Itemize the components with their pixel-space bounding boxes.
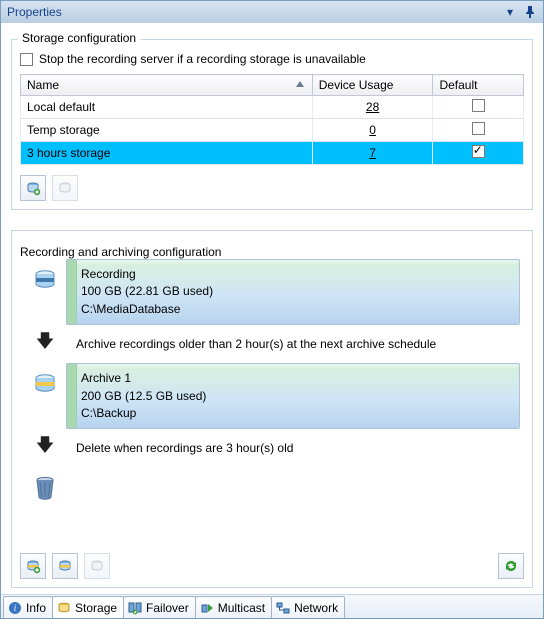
col-name-label: Name: [27, 78, 59, 92]
pin-icon[interactable]: [523, 6, 537, 18]
storage-icon: [57, 601, 71, 615]
storage-table-header-row: Name Device Usage Default: [21, 75, 524, 96]
table-row[interactable]: 3 hours storage7: [21, 142, 524, 165]
tab-storage[interactable]: Storage: [52, 596, 124, 618]
delete-rule-row: 🡇 Delete when recordings are 3 hour(s) o…: [24, 433, 520, 463]
col-name[interactable]: Name: [21, 75, 313, 96]
stop-recording-server-row: Stop the recording server if a recording…: [20, 52, 524, 66]
add-storage-button[interactable]: [20, 175, 46, 201]
storage-configuration-legend: Storage configuration: [18, 31, 140, 45]
recording-card[interactable]: Recording 100 GB (22.81 GB used) C:\Medi…: [66, 259, 520, 325]
storage-configuration-group: Storage configuration Stop the recording…: [11, 39, 533, 210]
col-device-usage[interactable]: Device Usage: [312, 75, 433, 96]
bottom-tabs: i Info Storage Failover Multicast Network: [1, 594, 543, 618]
storage-name-cell: Temp storage: [21, 119, 313, 142]
tab-label: Network: [294, 601, 338, 615]
archive-rule-text: Archive recordings older than 2 hour(s) …: [66, 333, 520, 355]
col-default-label: Default: [439, 78, 477, 92]
trash-icon: [24, 467, 66, 501]
archive-title: Archive 1: [81, 370, 509, 387]
device-usage-cell[interactable]: 28: [312, 96, 433, 119]
default-cell: [433, 142, 524, 165]
default-checkbox[interactable]: [472, 145, 485, 158]
recording-stage: Recording 100 GB (22.81 GB used) C:\Medi…: [24, 259, 520, 325]
edit-archive-button[interactable]: [52, 553, 78, 579]
storage-name-cell: Local default: [21, 96, 313, 119]
archive-quota: 200 GB (12.5 GB used): [81, 388, 509, 405]
tab-label: Storage: [75, 601, 117, 615]
tab-label: Multicast: [218, 601, 265, 615]
recording-title: Recording: [81, 266, 509, 283]
recording-db-icon: [24, 259, 66, 293]
panel-titlebar: Properties ▾: [1, 1, 543, 23]
archive-toolbar: [20, 553, 524, 579]
default-cell: [433, 119, 524, 142]
stop-recording-server-label: Stop the recording server if a recording…: [39, 52, 366, 66]
default-cell: [433, 96, 524, 119]
default-checkbox[interactable]: [472, 122, 485, 135]
archive-db-icon: [24, 363, 66, 397]
archive-path: C:\Backup: [81, 405, 509, 422]
tab-label: Info: [26, 601, 46, 615]
storage-toolbar: [20, 175, 524, 201]
tab-network[interactable]: Network: [271, 596, 345, 618]
remove-storage-button[interactable]: [52, 175, 78, 201]
tab-multicast[interactable]: Multicast: [195, 596, 272, 618]
sort-asc-icon: [296, 81, 304, 87]
stop-recording-server-checkbox[interactable]: [20, 53, 33, 66]
failover-icon: [128, 601, 142, 615]
recording-archiving-legend: Recording and archiving configuration: [20, 245, 524, 259]
info-icon: i: [8, 601, 22, 615]
storage-name-cell: 3 hours storage: [21, 142, 313, 165]
device-usage-cell[interactable]: 0: [312, 119, 433, 142]
refresh-button[interactable]: [498, 553, 524, 579]
tab-failover[interactable]: Failover: [123, 596, 196, 618]
storage-table: Name Device Usage Default Local default2…: [20, 74, 524, 165]
delete-rule-text: Delete when recordings are 3 hour(s) old: [66, 437, 520, 459]
network-icon: [276, 601, 290, 615]
dropdown-icon[interactable]: ▾: [503, 5, 517, 19]
col-device-usage-label: Device Usage: [319, 78, 394, 92]
recording-archiving-group: Recording and archiving configuration Re…: [11, 230, 533, 588]
col-default[interactable]: Default: [433, 75, 524, 96]
delete-archive-button[interactable]: [84, 553, 110, 579]
add-archive-button[interactable]: [20, 553, 46, 579]
archive-stage: Archive 1 200 GB (12.5 GB used) C:\Backu…: [24, 363, 520, 429]
multicast-icon: [200, 601, 214, 615]
tab-label: Failover: [146, 601, 189, 615]
recording-quota: 100 GB (22.81 GB used): [81, 283, 509, 300]
archive-card[interactable]: Archive 1 200 GB (12.5 GB used) C:\Backu…: [66, 363, 520, 429]
arrow-down-icon: 🡇: [36, 433, 55, 463]
default-checkbox[interactable]: [472, 99, 485, 112]
arrow-down-icon: 🡇: [36, 329, 55, 359]
archive-card-stripe: [67, 364, 77, 428]
table-row[interactable]: Local default28: [21, 96, 524, 119]
panel-title: Properties: [7, 5, 503, 19]
trash-stage: [24, 467, 520, 501]
table-row[interactable]: Temp storage0: [21, 119, 524, 142]
recording-card-stripe: [67, 260, 77, 324]
tab-info[interactable]: i Info: [3, 596, 53, 618]
archive-rule-row: 🡇 Archive recordings older than 2 hour(s…: [24, 329, 520, 359]
recording-path: C:\MediaDatabase: [81, 301, 509, 318]
device-usage-cell[interactable]: 7: [312, 142, 433, 165]
